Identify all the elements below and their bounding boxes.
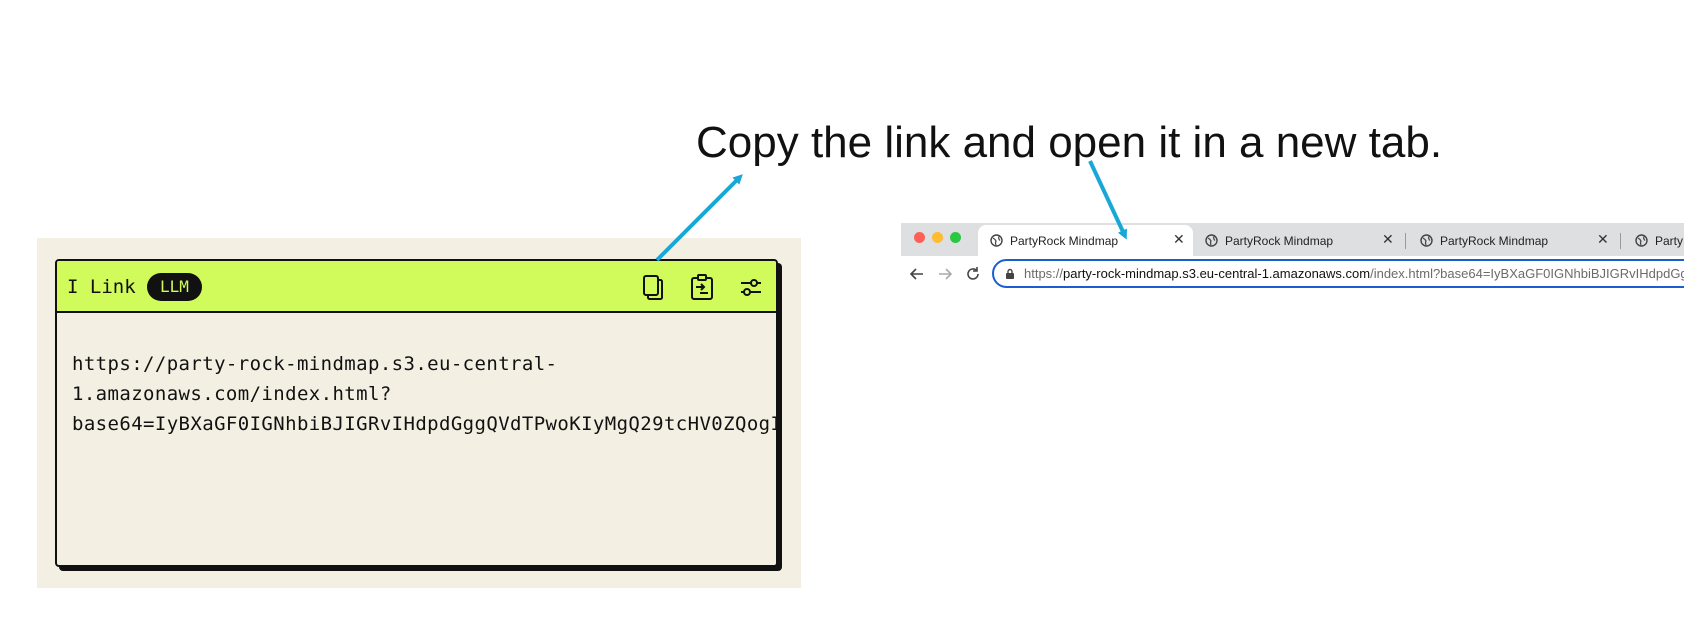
arrow-to-copy-button: [655, 174, 743, 262]
callout-arrows: [655, 160, 1127, 262]
arrow-to-browser-tab: [1088, 160, 1127, 240]
